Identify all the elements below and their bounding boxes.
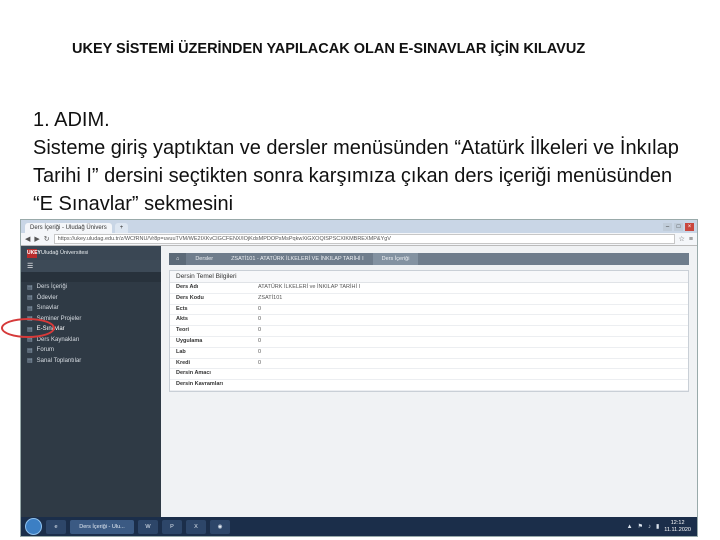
info-row: Ders Kodu ZSATİ101: [170, 294, 688, 305]
list-icon: ▤: [27, 305, 33, 312]
step-label: 1. ADIM.: [33, 109, 110, 131]
info-row: Ders Adı ATATÜRK İLKELERİ ve İNKILAP TARİ…: [170, 283, 688, 294]
url-input[interactable]: https://ukey.uludag.edu.tr/z/WCfRNU/Vr8p…: [53, 234, 675, 244]
info-value: ZSATİ101: [258, 294, 283, 301]
sidebar-item-label: Sınavlar: [36, 305, 59, 312]
main-content: ⌂ Dersler ZSATİ101 - ATATÜRK İLKELERİ VE…: [161, 246, 697, 517]
info-key: Ects: [176, 305, 188, 312]
tray-expand-icon[interactable]: ▲: [627, 524, 633, 530]
window-controls: – □ ×: [663, 223, 697, 233]
menu-dots-icon[interactable]: ≡: [689, 236, 693, 243]
info-value: 0: [258, 359, 262, 366]
info-key: Dersin Amacı: [176, 370, 211, 377]
address-bar: ◀ ▶ ↻ https://ukey.uludag.edu.tr/z/WCfRN…: [21, 233, 697, 246]
brand: UKEY Uludağ Üniversitesi: [21, 246, 161, 260]
embedded-screenshot: Ders İçeriği - Uludağ Ünivers + – □ × ◀ …: [20, 219, 698, 537]
info-key: Uygulama: [176, 337, 203, 344]
minimize-button[interactable]: –: [663, 223, 672, 231]
list-icon: ▤: [27, 284, 33, 291]
sidebar-item-forum[interactable]: ▤ Forum: [21, 345, 161, 356]
info-key: Dersin Kavramları: [176, 381, 224, 388]
info-key: Akts: [176, 316, 188, 323]
info-row: Dersin Amacı: [170, 369, 688, 381]
clock[interactable]: 12:12 11.11.2020: [664, 520, 691, 534]
list-icon: ▤: [27, 347, 33, 354]
system-tray: ▲ ⚑ ♪ ▮ 12:12 11.11.2020: [627, 520, 697, 534]
info-value: 0: [258, 327, 262, 334]
web-page: UKEY Uludağ Üniversitesi ☰ ▤ Ders İçeriği…: [21, 246, 697, 517]
close-button[interactable]: ×: [685, 223, 694, 231]
info-key: Lab: [176, 348, 186, 355]
taskbar-word[interactable]: W: [138, 519, 158, 534]
back-icon[interactable]: ◀: [25, 235, 30, 243]
highlight-ring: [1, 318, 55, 338]
step-text: Sisteme giriş yaptıktan ve dersler menüs…: [33, 137, 679, 215]
breadcrumb: ⌂ Dersler ZSATİ101 - ATATÜRK İLKELERİ VE…: [169, 253, 689, 265]
info-key: Ders Kodu: [176, 294, 204, 301]
info-row: Uygulama 0: [170, 337, 688, 348]
course-info-card: Dersin Temel Bilgileri Ders Adı ATATÜRK İ…: [169, 270, 689, 392]
card-title: Dersin Temel Bilgileri: [170, 271, 688, 283]
browser-tab[interactable]: Ders İçeriği - Uludağ Ünivers: [25, 223, 112, 233]
sidebar-item-label: Ders İçeriği: [36, 284, 68, 291]
taskbar-ie[interactable]: e: [46, 519, 66, 534]
browser-tab-bar: Ders İçeriği - Uludağ Ünivers + – □ ×: [21, 220, 697, 233]
list-icon: ▤: [27, 295, 33, 302]
info-value: 0: [258, 348, 262, 355]
breadcrumb-item[interactable]: Dersler: [186, 253, 222, 265]
volume-icon[interactable]: ♪: [648, 524, 651, 530]
info-row: Ects 0: [170, 305, 688, 316]
info-value: ATATÜRK İLKELERİ ve İNKILAP TARİHİ I: [258, 284, 361, 290]
sidebar-item-label: Sanal Toplantılar: [36, 357, 82, 364]
slide-body: 1. ADIM. Sisteme giriş yaptıktan ve ders…: [33, 106, 693, 218]
info-value: 0: [258, 337, 262, 344]
sidebar-item-sanal-toplantilar[interactable]: ▤ Sanal Toplantılar: [21, 356, 161, 367]
info-row: Teori 0: [170, 326, 688, 337]
sidebar-item-label: Ödevler: [36, 294, 58, 301]
network-icon[interactable]: ▮: [656, 523, 659, 530]
sidebar-item-label: Ders Kaynakları: [36, 336, 80, 343]
flag-icon[interactable]: ⚑: [638, 523, 643, 530]
info-row: Lab 0: [170, 348, 688, 359]
taskbar-app[interactable]: ◉: [210, 519, 230, 534]
info-key: Teori: [176, 327, 190, 334]
sidebar: UKEY Uludağ Üniversitesi ☰ ▤ Ders İçeriği…: [21, 246, 161, 517]
taskbar-excel[interactable]: X: [186, 519, 206, 534]
taskbar-powerpoint[interactable]: P: [162, 519, 182, 534]
list-icon: ▤: [27, 358, 33, 365]
menu-toggle-icon[interactable]: ☰: [21, 260, 161, 272]
breadcrumb-item[interactable]: ZSATİ101 - ATATÜRK İLKELERİ VE İNKILAP T…: [222, 253, 373, 265]
forward-icon[interactable]: ▶: [34, 235, 39, 243]
reload-icon[interactable]: ↻: [44, 235, 50, 243]
info-row: Kredi 0: [170, 359, 688, 370]
slide-title: UKEY SİSTEMİ ÜZERİNDEN YAPILACAK OLAN E-…: [72, 41, 586, 57]
windows-taskbar: e Ders İçeriği - Ulu... W P X ◉ ▲ ⚑ ♪ ▮ …: [21, 517, 697, 536]
taskbar-chrome[interactable]: Ders İçeriği - Ulu...: [70, 519, 134, 534]
clock-time: 12:12: [670, 519, 685, 526]
start-button[interactable]: [25, 518, 42, 535]
sidebar-item-odevler[interactable]: ▤ Ödevler: [21, 293, 161, 304]
home-icon[interactable]: ⌂: [169, 253, 187, 265]
maximize-button[interactable]: □: [674, 223, 683, 231]
info-row: Dersin Kavramları: [170, 380, 688, 391]
breadcrumb-item-current: Ders İçeriği: [372, 253, 419, 265]
info-key: Kredi: [176, 359, 191, 366]
new-tab-button[interactable]: +: [114, 223, 129, 233]
star-icon[interactable]: ☆: [679, 235, 685, 243]
sidebar-item-label: Forum: [36, 347, 55, 354]
info-value: 0: [258, 316, 262, 323]
info-value: 0: [258, 305, 262, 312]
info-row: Akts 0: [170, 315, 688, 327]
sidebar-spacer: [21, 272, 161, 282]
sidebar-item-sinavlar[interactable]: ▤ Sınavlar: [21, 303, 161, 314]
ukey-logo[interactable]: UKEY: [27, 248, 41, 258]
sidebar-item-ders-icerigi[interactable]: ▤ Ders İçeriği: [21, 282, 161, 293]
info-key: Ders Adı: [176, 284, 199, 290]
clock-date: 11.11.2020: [664, 526, 691, 533]
university-name: Uludağ Üniversitesi: [41, 250, 89, 256]
